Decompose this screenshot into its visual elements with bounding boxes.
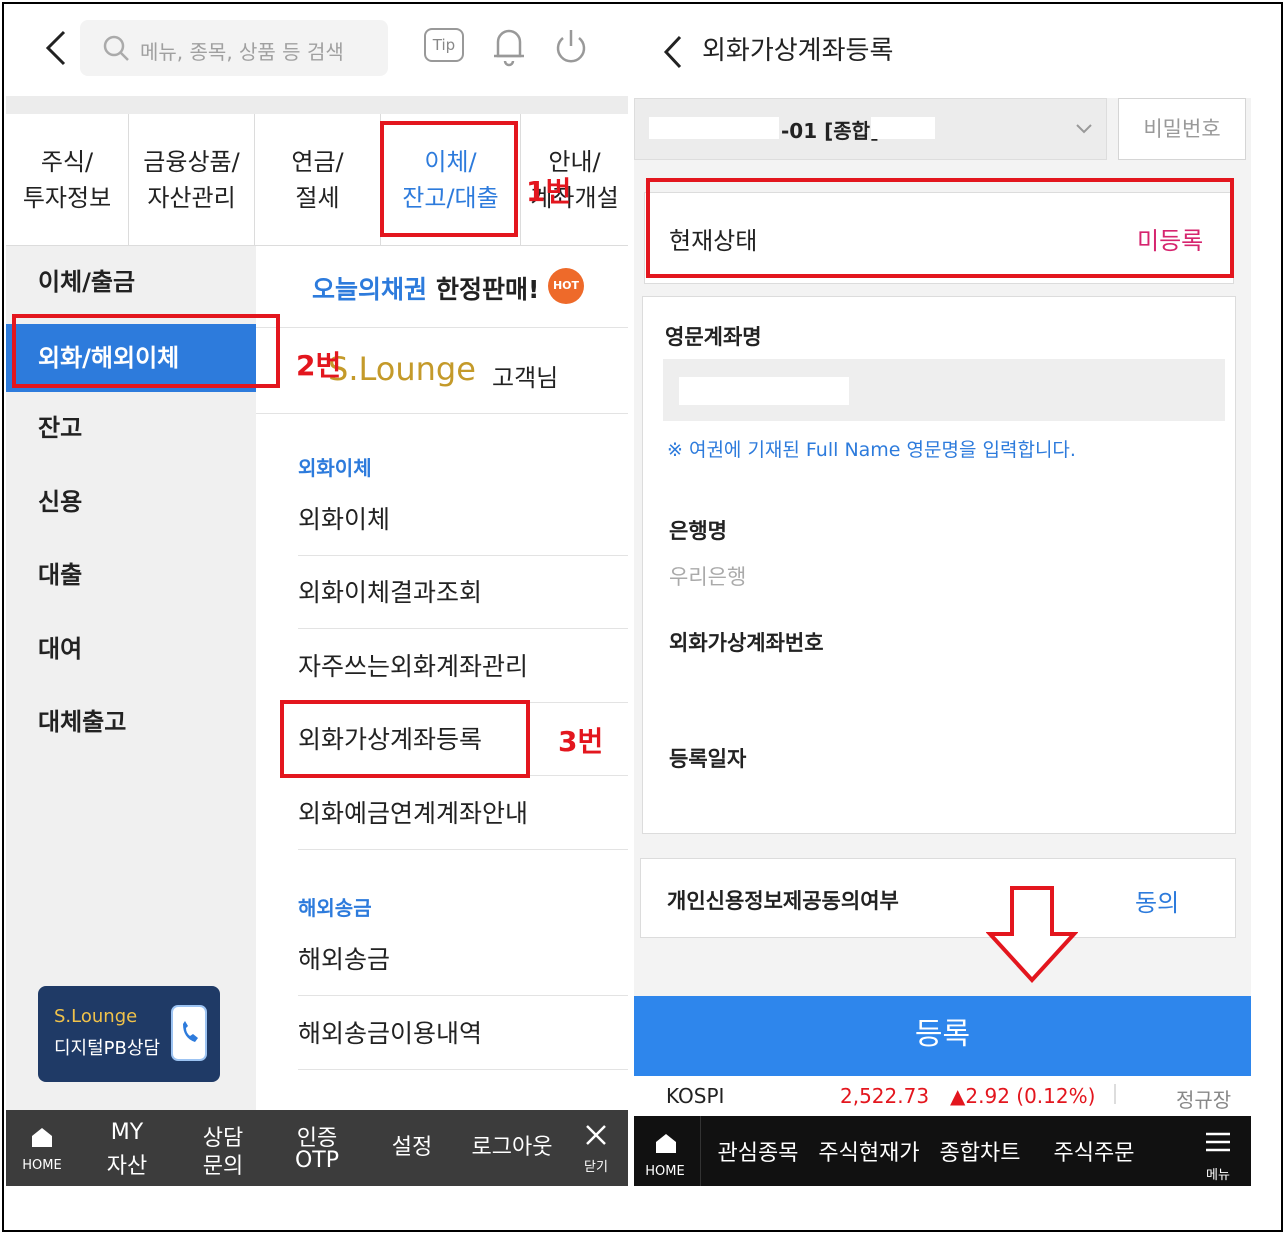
bond-promo-banner[interactable]: 오늘의채권 한정판매! HOT xyxy=(256,246,628,328)
page-header: 외화가상계좌등록 xyxy=(634,6,1251,98)
arrow-down-icon xyxy=(986,886,1078,983)
bottom-bar: HOME MY 자산 상담 문의 인증 OTP 설정 로그아웃 닫기 xyxy=(6,1110,628,1186)
tab-stock-order[interactable]: 주식주문 xyxy=(1048,1116,1140,1186)
consent-label: 개인신용정보제공동의여부 xyxy=(667,889,899,913)
register-button[interactable]: 등록 xyxy=(634,996,1251,1076)
menu-foreign-transfer-result[interactable]: 외화이체결과조회 xyxy=(298,556,628,629)
menu-frequent-accounts[interactable]: 자주쓰는외화계좌관리 xyxy=(298,630,628,703)
tab-watchlist[interactable]: 관심종목 xyxy=(712,1116,804,1186)
menu-deposit-linked-guide[interactable]: 외화예금연계계좌안내 xyxy=(298,777,628,850)
tab-pension[interactable]: 연금/절세 xyxy=(255,114,381,246)
menu-remittance-history[interactable]: 해외송금이용내역 xyxy=(298,997,628,1070)
power-icon[interactable] xyxy=(554,26,588,66)
reg-date-label: 등록일자 xyxy=(669,747,747,771)
close-icon xyxy=(586,1125,606,1145)
tip-button[interactable]: Tip xyxy=(424,28,464,62)
menu-remittance[interactable]: 해외송금 xyxy=(298,923,628,996)
home-button[interactable]: HOME xyxy=(16,1110,68,1186)
annotation-box-status xyxy=(646,178,1234,278)
bottom-tab-bar: HOME 관심종목 주식현재가 종합차트 주식주문 메뉴 xyxy=(634,1116,1251,1186)
annotation-box-3 xyxy=(280,700,530,778)
bank-label: 은행명 xyxy=(669,519,727,543)
hamburger-icon xyxy=(1206,1132,1230,1152)
masked-account-holder xyxy=(871,117,935,139)
menu-foreign-transfer[interactable]: 외화이체 xyxy=(298,483,628,556)
digital-pb-card[interactable]: S.Lounge 디지털PB상담 xyxy=(38,986,220,1082)
account-select[interactable]: -01 [종합] xyxy=(634,98,1107,160)
virtual-account-label: 외화가상계좌번호 xyxy=(669,631,824,655)
consent-value: 동의 xyxy=(1135,889,1180,917)
settings-button[interactable]: 설정 xyxy=(380,1110,444,1186)
annotation-label-3: 3번 xyxy=(558,725,604,758)
nav-substitute-out[interactable]: 대체출고 xyxy=(6,696,256,748)
home-icon xyxy=(656,1134,676,1153)
close-button[interactable]: 닫기 xyxy=(576,1110,616,1186)
home-icon xyxy=(32,1128,52,1147)
nav-lending[interactable]: 대여 xyxy=(6,623,256,675)
nav-balance[interactable]: 잔고 xyxy=(6,402,256,454)
tab-stock[interactable]: 주식/투자정보 xyxy=(6,114,129,246)
logout-button[interactable]: 로그아웃 xyxy=(462,1110,562,1186)
promo-limited-text: 한정판매! xyxy=(436,275,540,304)
annotation-box-1 xyxy=(380,121,518,237)
back-icon[interactable] xyxy=(662,34,684,70)
eng-name-field[interactable] xyxy=(663,359,1225,421)
chevron-down-icon xyxy=(1076,124,1092,134)
back-icon[interactable] xyxy=(44,28,68,68)
slounge-brand: S.Lounge xyxy=(328,350,476,388)
tab-products[interactable]: 금융상품/자산관리 xyxy=(129,114,255,246)
annotation-box-2 xyxy=(12,314,280,388)
tab-stock-price[interactable]: 주식현재가 xyxy=(814,1116,924,1186)
bell-icon[interactable] xyxy=(492,24,526,68)
index-name: KOSPI xyxy=(666,1084,725,1108)
otp-button[interactable]: 인증 OTP xyxy=(286,1110,348,1186)
tab-chart[interactable]: 종합차트 xyxy=(934,1116,1026,1186)
account-type: -01 [종합] xyxy=(781,119,880,143)
search-placeholder: 메뉴, 종목, 상품 등 검색 xyxy=(140,40,344,64)
top-bar: 메뉴, 종목, 상품 등 검색 Tip xyxy=(6,6,628,96)
page-title: 외화가상계좌등록 xyxy=(702,36,894,66)
divider xyxy=(6,96,628,114)
promo-bond-text: 오늘의채권 xyxy=(312,275,428,304)
customer-suffix: 고객님 xyxy=(492,364,559,392)
phone-icon xyxy=(171,1005,207,1061)
home-button[interactable]: HOME xyxy=(636,1116,694,1186)
consent-card[interactable]: 개인신용정보제공동의여부 동의 xyxy=(640,858,1236,938)
hot-badge: HOT xyxy=(548,268,584,304)
search-icon xyxy=(103,35,129,61)
eng-name-hint: ※ 여권에 기재된 Full Name 영문명을 입력합니다. xyxy=(667,439,1076,461)
card-sub: 디지털PB상담 xyxy=(54,1038,161,1059)
card-brand: S.Lounge xyxy=(54,1006,138,1027)
search-input[interactable]: 메뉴, 종목, 상품 등 검색 xyxy=(80,20,388,76)
masked-account-number xyxy=(649,117,779,139)
account-info-card: 영문계좌명 ※ 여권에 기재된 Full Name 영문명을 입력합니다. 은행… xyxy=(642,296,1236,834)
section-title-remittance: 해외송금 xyxy=(298,896,372,920)
ticker-divider xyxy=(1114,1084,1116,1104)
market-ticker: KOSPI 2,522.73 ▲2.92 (0.12%) 정규장 xyxy=(634,1076,1251,1116)
masked-eng-name xyxy=(679,377,849,405)
annotation-label-1: 1번 xyxy=(526,175,572,208)
my-assets-button[interactable]: MY 자산 xyxy=(96,1110,158,1186)
menu-button[interactable]: 메뉴 xyxy=(1198,1116,1238,1186)
eng-name-label: 영문계좌명 xyxy=(665,325,762,349)
password-button[interactable]: 비밀번호 xyxy=(1118,98,1246,160)
index-value: 2,522.73 xyxy=(840,1084,930,1108)
nav-credit[interactable]: 신용 xyxy=(6,476,256,528)
consult-button[interactable]: 상담 문의 xyxy=(192,1110,254,1186)
bank-value: 우리은행 xyxy=(669,565,747,589)
annotation-label-2: 2번 xyxy=(296,349,342,382)
market-session: 정규장 xyxy=(1176,1088,1232,1112)
nav-loan[interactable]: 대출 xyxy=(6,549,256,601)
index-change: ▲2.92 (0.12%) xyxy=(950,1084,1096,1108)
section-title-foreign-transfer: 외화이체 xyxy=(298,456,372,480)
nav-transfer-withdraw[interactable]: 이체/출금 xyxy=(6,256,256,308)
